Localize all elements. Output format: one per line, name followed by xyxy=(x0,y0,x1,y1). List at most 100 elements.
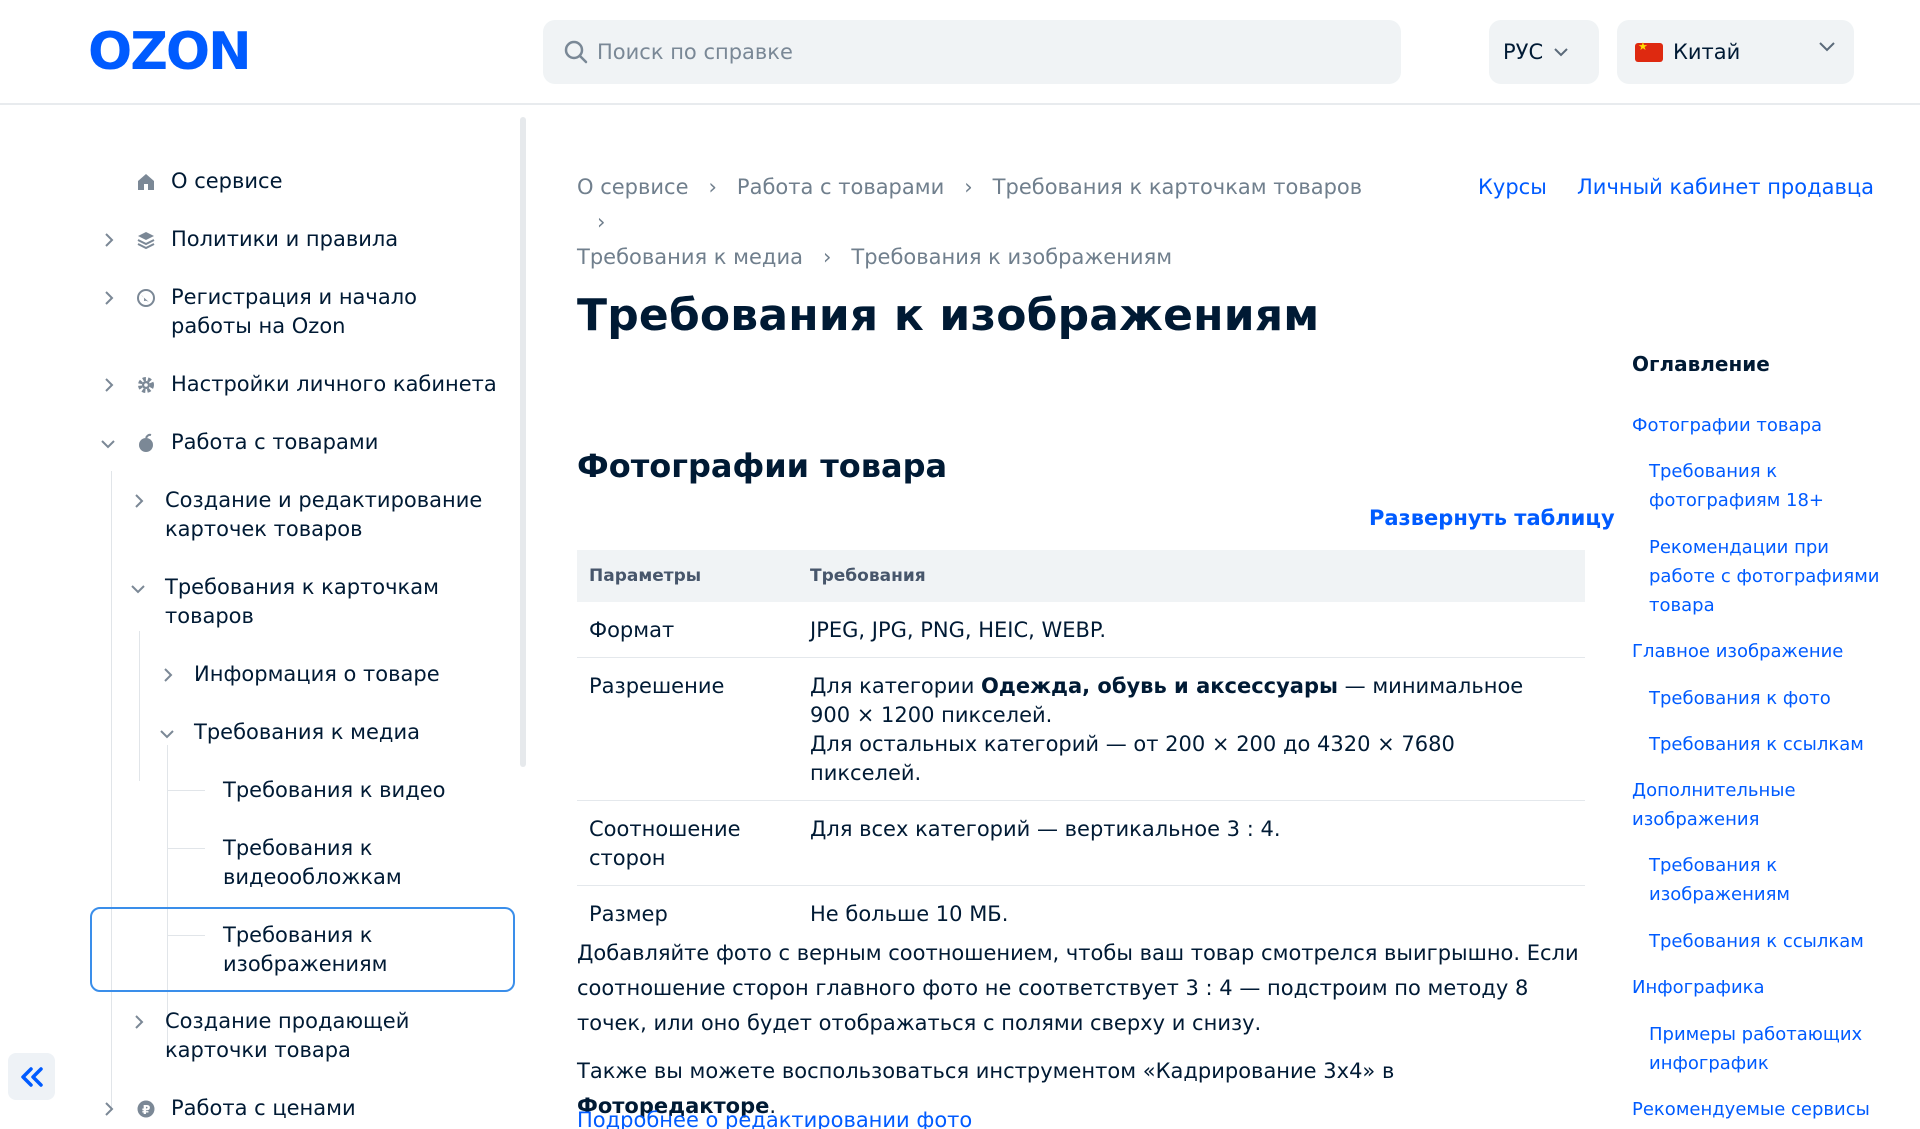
page-title: Требования к изображениям xyxy=(577,290,1320,341)
language-select[interactable]: РУС xyxy=(1489,20,1599,84)
expand-table-link[interactable]: Развернуть таблицу xyxy=(1369,506,1615,530)
toc-item[interactable]: Дополнительные изображения xyxy=(1632,776,1807,834)
table-cell-req: Для всех категорий — вертикальное 3 : 4. xyxy=(810,817,1281,841)
sidebar-item-media-requirements[interactable]: Требования к медиа xyxy=(194,718,420,747)
tree-line xyxy=(139,631,140,781)
sidebar-item-cabinet-settings[interactable]: Настройки личного кабинета xyxy=(171,370,497,399)
breadcrumb-link[interactable]: О сервисе xyxy=(577,175,689,199)
chevron-down-icon xyxy=(1819,42,1835,52)
sidebar-scrollbar[interactable] xyxy=(520,117,526,767)
sidebar-item-label: О сервисе xyxy=(171,169,283,193)
sidebar-item-label: Требования к карточкам товаров xyxy=(165,575,439,628)
toc-item[interactable]: Требования к фотографиям 18+ xyxy=(1649,457,1829,515)
sidebar-item-card-requirements[interactable]: Требования к карточкам товаров xyxy=(165,573,465,631)
chevron-right-icon[interactable] xyxy=(132,1015,146,1029)
sidebar-item-products[interactable]: Работа с товарами xyxy=(171,428,378,457)
search-icon xyxy=(564,40,588,64)
breadcrumb: О сервисе › Работа с товарами › Требования к… xyxy=(577,170,1397,275)
sidebar-item-about[interactable]: О сервисе xyxy=(171,167,283,196)
ruble-coin-icon: ₽ xyxy=(137,1100,155,1118)
chevron-down-icon xyxy=(1554,48,1568,57)
breadcrumb-link[interactable]: Работа с товарами xyxy=(737,175,944,199)
req-text: Для категории xyxy=(810,674,982,698)
more-link-wrap: Подробнее о редактировании фото xyxy=(577,1103,1592,1129)
svg-text:₽: ₽ xyxy=(142,1103,150,1117)
seller-cabinet-link[interactable]: Личный кабинет продавца xyxy=(1577,170,1874,205)
sidebar-item-label: Работа с товарами xyxy=(171,430,379,454)
table-cell-req: JPEG, JPG, PNG, HEIC, WEBP. xyxy=(810,618,1106,642)
chevron-right-icon[interactable] xyxy=(102,233,116,247)
table-cell-param: Формат xyxy=(589,618,675,642)
chevron-right-icon[interactable] xyxy=(102,1102,116,1116)
collapse-sidebar-button[interactable] xyxy=(8,1053,55,1100)
edit-photo-link[interactable]: Подробнее о редактировании фото xyxy=(577,1108,972,1129)
svg-text:OZON: OZON xyxy=(88,26,250,76)
table-row: Размер Не больше 10 МБ. xyxy=(577,886,1585,941)
sidebar-item-product-info[interactable]: Информация о товаре xyxy=(194,660,440,689)
toc-item[interactable]: Инфографика xyxy=(1632,973,1892,1002)
breadcrumb-link[interactable]: Требования к карточкам товаров xyxy=(993,175,1363,199)
sidebar-item-label: Требования к видеообложкам xyxy=(223,836,402,889)
toc-item[interactable]: Рекомендуемые сервисы xyxy=(1632,1095,1912,1124)
sidebar-item-image-requirements[interactable]: Требования к изображениям xyxy=(223,921,423,979)
table-row: Формат JPEG, JPG, PNG, HEIC, WEBP. xyxy=(577,602,1585,658)
country-select[interactable]: Китай xyxy=(1617,20,1854,84)
table-cell-req: Для категории Одежда, обувь и аксессуары… xyxy=(810,658,1585,800)
table-row: Разрешение Для категории Одежда, обувь и… xyxy=(577,658,1585,801)
table-row: Соотношение сторон Для всех категорий — … xyxy=(577,801,1585,886)
toc-item[interactable]: Требования к ссылкам xyxy=(1649,927,1909,956)
table-cell-param: Соотношение сторон xyxy=(589,817,741,870)
chevron-right-icon[interactable] xyxy=(102,291,116,305)
table-header-cell: Параметры xyxy=(589,566,702,586)
chevron-right-icon: › xyxy=(822,245,832,269)
sidebar-item-selling-card[interactable]: Создание продающей карточки товара xyxy=(165,1007,515,1065)
chevron-right-icon[interactable] xyxy=(161,668,175,682)
double-chevron-left-icon xyxy=(20,1066,43,1087)
sidebar-item-label: Работа с ценами xyxy=(171,1096,356,1120)
chevron-right-icon[interactable] xyxy=(132,494,146,508)
chevron-down-icon[interactable] xyxy=(160,727,174,741)
chevron-down-icon[interactable] xyxy=(101,437,115,451)
table-header-cell: Требования xyxy=(810,566,926,586)
tree-line xyxy=(167,848,205,849)
para-text: Также вы можете воспользоваться инструме… xyxy=(577,1059,1395,1083)
toc-item[interactable]: Рекомендации при работе с фотографиями т… xyxy=(1649,533,1889,620)
sidebar-item-label: Создание продающей карточки товара xyxy=(165,1009,410,1062)
header: OZON РУС Китай xyxy=(0,0,1920,105)
table-cell-param: Размер xyxy=(589,902,668,926)
sidebar-item-label: Настройки личного кабинета xyxy=(171,372,497,396)
chevron-right-icon: › xyxy=(964,175,973,199)
search-box[interactable] xyxy=(543,20,1401,84)
sidebar-item-create-cards[interactable]: Создание и редактирование карточек товар… xyxy=(165,486,505,544)
gear-icon xyxy=(138,377,154,393)
toc-item[interactable]: Требования к ссылкам xyxy=(1649,730,1909,759)
toc-item[interactable]: Главное изображение xyxy=(1632,637,1892,666)
chevron-right-icon: › xyxy=(597,210,606,234)
table-cell-param: Разрешение xyxy=(589,674,725,698)
sidebar-item-label: Политики и правила xyxy=(171,227,399,251)
table-header: Параметры Требования xyxy=(577,550,1585,602)
search-input[interactable] xyxy=(597,40,1357,64)
toc-item[interactable]: Фотографии товара xyxy=(1632,411,1872,440)
courses-link[interactable]: Курсы xyxy=(1478,170,1547,205)
breadcrumb-current: Требования к изображениям xyxy=(851,245,1173,269)
chevron-right-icon[interactable] xyxy=(102,378,116,392)
chevron-down-icon[interactable] xyxy=(131,582,145,596)
sidebar-item-label: Требования к медиа xyxy=(194,720,420,744)
sidebar-item-label: Создание и редактирование карточек товар… xyxy=(165,488,483,541)
breadcrumb-link[interactable]: Требования к медиа xyxy=(577,245,803,269)
layers-icon xyxy=(137,232,155,250)
home-icon xyxy=(138,174,154,190)
toc-item[interactable]: Примеры работающих инфографик xyxy=(1649,1020,1879,1078)
toc-item[interactable]: Требования к изображениям xyxy=(1649,851,1799,909)
sidebar-item-prices[interactable]: Работа с ценами xyxy=(171,1094,356,1123)
globe-icon xyxy=(137,289,155,307)
toc-item[interactable]: Требования к фото xyxy=(1649,684,1909,713)
requirements-table: Параметры Требования Формат JPEG, JPG, P… xyxy=(577,550,1585,941)
ozon-logo[interactable]: OZON xyxy=(88,26,288,76)
table-of-contents: Оглавление xyxy=(1632,352,1917,376)
sidebar-item-registration[interactable]: Регистрация и начало работы на Ozon xyxy=(171,283,501,341)
sidebar-item-video-requirements[interactable]: Требования к видео xyxy=(223,776,445,805)
sidebar-item-video-cover-requirements[interactable]: Требования к видеообложкам xyxy=(223,834,433,892)
sidebar-item-policies[interactable]: Политики и правила xyxy=(171,225,398,254)
